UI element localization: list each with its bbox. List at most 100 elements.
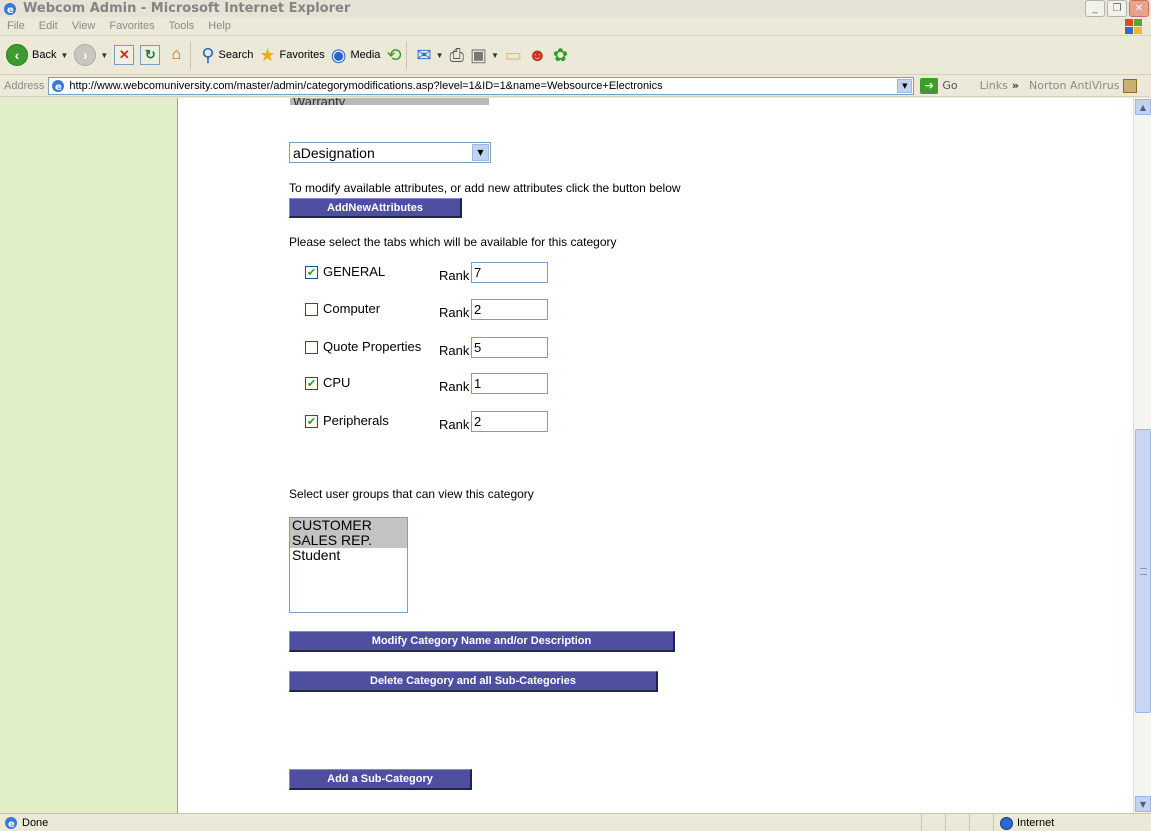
scroll-thumb[interactable] [1135, 429, 1151, 713]
modify-attributes-text: To modify available attributes, or add n… [289, 181, 681, 195]
menu-favorites[interactable]: Favorites [102, 20, 161, 32]
favorites-button[interactable]: ★ Favorites [259, 39, 324, 71]
mail-button[interactable]: ✉ ▼ [417, 39, 444, 71]
rank-input[interactable]: 2 [471, 411, 548, 432]
norton-icon[interactable] [1123, 78, 1138, 93]
status-text: Done [22, 816, 49, 829]
dropdown-arrow-icon[interactable]: ▼ [60, 51, 68, 60]
modify-category-button[interactable]: Modify Category Name and/or Description [289, 631, 675, 652]
stop-icon[interactable]: ✕ [114, 45, 135, 65]
chevron-down-icon[interactable]: ▼ [472, 144, 489, 161]
attribute-select-value: aDesignation [293, 145, 375, 161]
tab-checkbox[interactable] [305, 341, 318, 354]
zone-label: Internet [1017, 817, 1055, 829]
tab-label: Quote Properties [323, 339, 422, 354]
svg-text:e: e [7, 5, 14, 16]
toolbar-separator [405, 41, 407, 69]
flower-icon[interactable]: ✿ [553, 45, 568, 66]
favorites-label: Favorites [279, 49, 325, 61]
user-group-option[interactable]: Student [290, 548, 407, 563]
menu-view[interactable]: View [65, 20, 103, 32]
norton-antivirus-label[interactable]: Norton AntiVirus [1029, 79, 1119, 92]
address-bar: Address e http://www.webcomuniversity.co… [0, 75, 1151, 97]
minimize-button[interactable]: _ [1085, 0, 1105, 17]
partial-list-option: Warranty [290, 98, 489, 105]
forward-arrow-icon: › [74, 44, 97, 66]
tab-checkbox[interactable]: ✔ [305, 266, 318, 279]
back-button[interactable]: ‹ Back ▼ [6, 39, 68, 71]
internet-globe-icon [1000, 816, 1013, 830]
window-title: Webcom Admin - Microsoft Internet Explor… [23, 1, 351, 16]
back-label: Back [32, 49, 57, 61]
media-icon: ◉ [330, 44, 347, 65]
user-groups-prompt: Select user groups that can view this ca… [289, 487, 534, 501]
page-viewport: Warranty aDesignation ▼ To modify availab… [0, 98, 1151, 813]
tab-checkbox[interactable] [305, 303, 318, 316]
menu-help[interactable]: Help [201, 20, 238, 32]
status-pane [945, 814, 969, 831]
address-url: http://www.webcomuniversity.com/master/a… [69, 79, 663, 92]
edit-button[interactable]: ▣ ▼ [470, 39, 499, 71]
forward-button[interactable]: › ▼ [74, 39, 108, 71]
scroll-down-icon[interactable]: ▼ [1135, 796, 1151, 812]
links-toolbar[interactable]: Links» [980, 79, 1019, 92]
vertical-scrollbar[interactable]: ▲ ▼ [1133, 98, 1151, 813]
page-status-icon: e [5, 816, 17, 830]
tab-label: Computer [323, 301, 381, 316]
back-arrow-icon: ‹ [6, 44, 28, 66]
user-group-option[interactable]: SALES REP. [290, 533, 407, 548]
tab-label: GENERAL [323, 264, 386, 279]
notes-icon[interactable]: ▭ [505, 45, 522, 66]
left-sidebar [0, 98, 178, 813]
menu-file[interactable]: File [0, 20, 32, 32]
print-icon[interactable]: ⎙ [450, 45, 464, 66]
search-button[interactable]: ⚲ Search [201, 39, 253, 71]
user-group-option[interactable]: CUSTOMER [290, 518, 407, 533]
messenger-icon[interactable]: ☻ [528, 45, 547, 66]
go-label: Go [942, 79, 958, 92]
address-dropdown-icon[interactable]: ▼ [897, 78, 913, 93]
tab-label: Peripherals [323, 413, 389, 428]
refresh-icon[interactable]: ↻ [140, 45, 161, 65]
rank-input[interactable]: 5 [471, 337, 548, 358]
tab-checkbox[interactable]: ✔ [305, 377, 318, 390]
attribute-select[interactable]: aDesignation ▼ [289, 142, 491, 163]
tabs-prompt: Please select the tabs which will be ava… [289, 235, 617, 249]
history-icon[interactable]: ⟲ [386, 45, 401, 66]
security-zone: Internet [993, 814, 1151, 831]
go-arrow-icon: ➔ [920, 77, 939, 94]
rank-label: Rank [439, 379, 470, 394]
ie-logo-icon: e [4, 2, 16, 16]
media-button[interactable]: ◉ Media [331, 39, 381, 71]
dropdown-arrow-icon[interactable]: ▼ [436, 51, 444, 60]
tab-checkbox[interactable]: ✔ [305, 415, 318, 428]
svg-text:e: e [8, 819, 15, 830]
menu-tools[interactable]: Tools [162, 20, 202, 32]
rank-input[interactable]: 7 [471, 262, 548, 283]
rank-label: Rank [439, 268, 470, 283]
home-icon[interactable]: ⌂ [166, 45, 186, 65]
rank-input[interactable]: 2 [471, 299, 548, 320]
close-button[interactable]: ✕ [1129, 0, 1149, 17]
tab-label: CPU [323, 375, 351, 390]
dropdown-arrow-icon[interactable]: ▼ [491, 51, 499, 60]
links-label: Links [979, 79, 1008, 92]
status-bar: e Done Internet [0, 813, 1151, 831]
go-button[interactable]: ➔ Go [920, 77, 958, 94]
windows-logo-icon [1125, 19, 1142, 34]
menu-bar: File Edit View Favorites Tools Help [0, 17, 1151, 36]
dropdown-arrow-icon[interactable]: ▼ [100, 51, 108, 60]
user-groups-listbox[interactable]: CUSTOMER SALES REP. Student [289, 517, 408, 613]
delete-category-button[interactable]: Delete Category and all Sub-Categories [289, 671, 658, 692]
search-label: Search [218, 49, 254, 61]
rank-input[interactable]: 1 [471, 373, 548, 394]
rank-label: Rank [439, 417, 470, 432]
restore-button[interactable]: ❐ [1107, 0, 1127, 17]
scroll-up-icon[interactable]: ▲ [1135, 99, 1151, 115]
add-new-attributes-button[interactable]: AddNewAttributes [289, 198, 462, 218]
search-icon: ⚲ [201, 44, 215, 65]
address-input[interactable]: e http://www.webcomuniversity.com/master… [48, 76, 915, 95]
add-sub-category-button[interactable]: Add a Sub-Category [289, 769, 472, 790]
menu-edit[interactable]: Edit [32, 20, 65, 32]
page-content: Warranty aDesignation ▼ To modify availab… [178, 98, 1133, 813]
